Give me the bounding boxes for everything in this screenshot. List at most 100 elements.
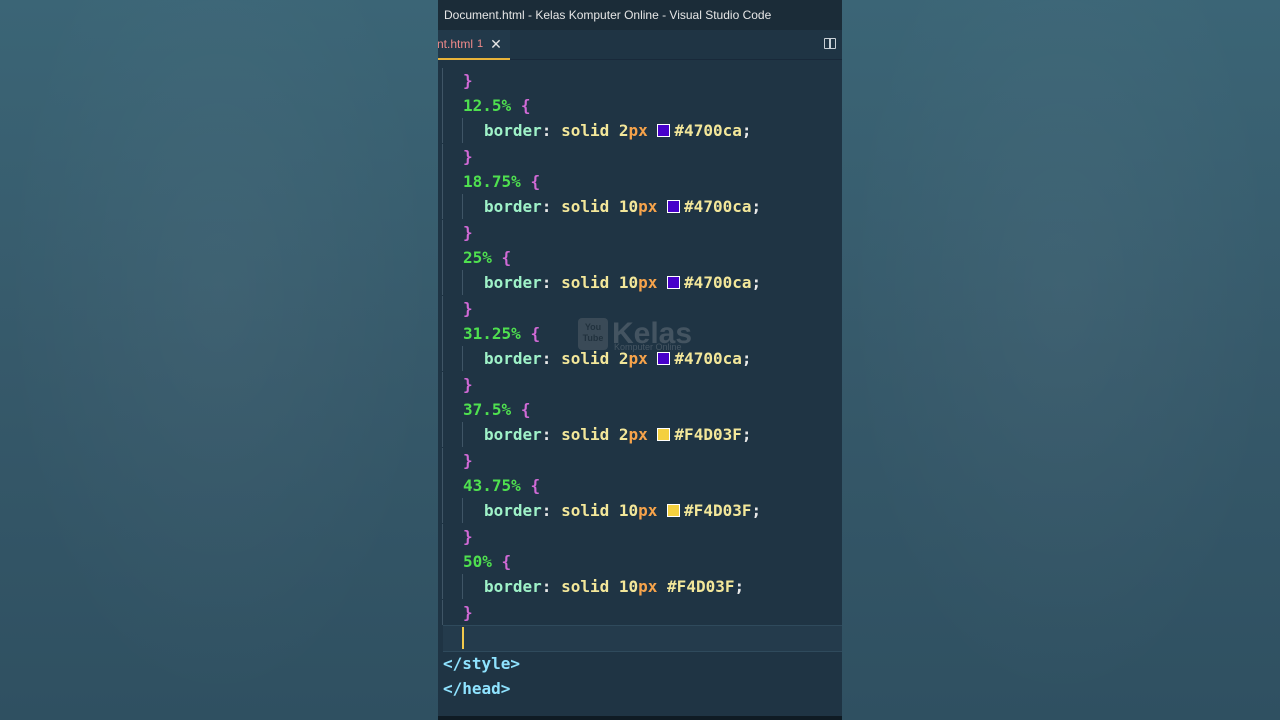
keyframe-selector: 12.5% (463, 96, 512, 115)
keyframe-selector: 43.75% (463, 476, 521, 495)
css-property: border (484, 501, 542, 520)
code-line: border: solid 10px #F4D03F; (438, 574, 842, 599)
css-color: #F4D03F (684, 501, 752, 520)
brace: } (463, 147, 473, 166)
css-color: #F4D03F (674, 425, 742, 444)
code-line: </style> (438, 651, 842, 676)
tab-document-html[interactable]: nt.html 1 ✕ (438, 30, 510, 60)
code-line: 43.75% { (438, 473, 842, 498)
code-line: border: solid 2px #F4D03F; (438, 422, 842, 447)
split-editor-icon[interactable] (824, 38, 836, 49)
css-number: 2 (618, 425, 629, 444)
css-value: solid (561, 425, 610, 444)
brace: } (463, 451, 473, 470)
css-color: #4700ca (684, 273, 752, 292)
css-unit: px (638, 501, 658, 520)
keyframe-selector: 18.75% (463, 172, 521, 191)
close-icon[interactable]: ✕ (490, 36, 502, 53)
background-left (0, 0, 438, 720)
code-line: 25% { (438, 245, 842, 270)
css-value: solid (561, 197, 610, 216)
color-swatch[interactable] (657, 352, 671, 365)
code-line: border: solid 10px #F4D03F; (438, 498, 842, 523)
css-property: border (484, 425, 542, 444)
css-unit: px (638, 197, 658, 216)
css-value: solid (561, 121, 610, 140)
status-strip (438, 716, 842, 720)
css-property: border (484, 577, 542, 596)
brace: } (463, 223, 473, 242)
color-swatch[interactable] (667, 504, 681, 517)
code-line: border: solid 10px #4700ca; (438, 270, 842, 295)
css-number: 10 (618, 577, 639, 596)
code-line: border: solid 2px #4700ca; (438, 118, 842, 143)
code-line: } (438, 524, 842, 549)
code-line: } (438, 144, 842, 169)
color-swatch[interactable] (657, 124, 671, 137)
brace: } (463, 527, 473, 546)
css-value: solid (561, 349, 610, 368)
brace: { (501, 552, 512, 571)
brace: } (463, 603, 473, 622)
css-number: 10 (618, 273, 639, 292)
color-swatch[interactable] (657, 428, 671, 441)
brace: } (463, 375, 473, 394)
css-color: #4700ca (684, 197, 752, 216)
tab-bar: nt.html 1 ✕ (438, 30, 842, 60)
brace: { (530, 172, 541, 191)
channel-watermark: You Tube Kelas Komputer Online (578, 318, 692, 352)
tab-label: nt.html (438, 37, 474, 51)
brace: { (520, 96, 531, 115)
code-line: 12.5% { (438, 93, 842, 118)
css-number: 10 (618, 501, 639, 520)
css-color: #F4D03F (667, 577, 735, 596)
brace: { (530, 476, 541, 495)
css-unit: px (638, 273, 658, 292)
html-tag: </head> (443, 679, 511, 698)
vscode-window: Document.html - Kelas Komputer Online - … (438, 0, 842, 720)
code-line: border: solid 10px #4700ca; (438, 194, 842, 219)
brace: } (463, 71, 473, 90)
code-line: } (438, 600, 842, 625)
css-unit: px (628, 425, 648, 444)
css-property: border (484, 349, 542, 368)
css-unit: px (628, 121, 648, 140)
css-number: 2 (618, 121, 629, 140)
code-line: } (438, 372, 842, 397)
current-line-highlight (443, 625, 842, 652)
css-number: 10 (618, 197, 639, 216)
problem-count-badge: 1 (477, 38, 484, 50)
css-value: solid (561, 273, 610, 292)
css-property: border (484, 273, 542, 292)
window-title: Document.html - Kelas Komputer Online - … (438, 0, 842, 30)
watermark-subtitle: Komputer Online (614, 342, 682, 352)
color-swatch[interactable] (667, 200, 681, 213)
css-value: solid (561, 577, 610, 596)
html-tag: </style> (443, 654, 521, 673)
css-value: solid (561, 501, 610, 520)
css-property: border (484, 121, 542, 140)
css-color: #4700ca (674, 121, 742, 140)
background-right (842, 0, 1280, 720)
youtube-logo-icon: You Tube (578, 318, 608, 350)
code-line: } (438, 68, 842, 93)
brace: { (530, 324, 541, 343)
css-unit: px (638, 577, 658, 596)
keyframe-selector: 50% (463, 552, 492, 571)
css-color: #4700ca (674, 349, 742, 368)
brace: { (520, 400, 531, 419)
brace: } (463, 299, 473, 318)
code-line: } (438, 220, 842, 245)
keyframe-selector: 25% (463, 248, 492, 267)
keyframe-selector: 31.25% (463, 324, 521, 343)
code-line: </head> (438, 676, 842, 701)
code-line: 37.5% { (438, 397, 842, 422)
code-line: } (438, 448, 842, 473)
keyframe-selector: 37.5% (463, 400, 512, 419)
code-line: 50% { (438, 549, 842, 574)
code-editor[interactable]: } 12.5% { border: solid 2px #4700ca; } 1… (438, 60, 842, 720)
code-line: 18.75% { (438, 169, 842, 194)
color-swatch[interactable] (667, 276, 681, 289)
css-property: border (484, 197, 542, 216)
brace: { (501, 248, 512, 267)
